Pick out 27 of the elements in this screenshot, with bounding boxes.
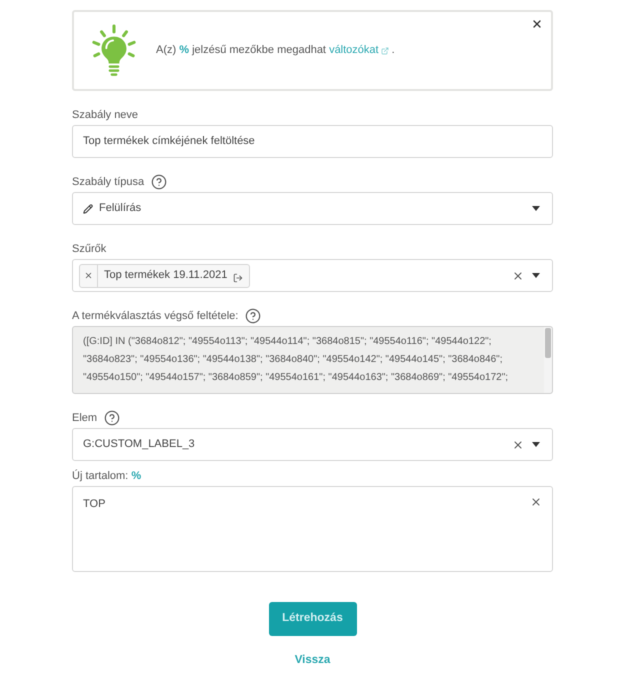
field-label: Elem [72,410,98,426]
close-icon[interactable] [531,18,543,30]
bracket-arrow-icon[interactable] [233,272,244,282]
help-icon[interactable] [104,410,120,426]
remove-tag-icon[interactable] [84,271,93,280]
condition-textarea: ([G:ID] IN ("3684o812"; "49554o113"; "49544o114"; "3684o815"; "49554o116"; "49544o122"; "3684o823"; "49554o136"; "49544o138"; "3684o840"; "49554o142"; "49544o145"; "3684o846"; "49554o150"; "49544o157"; "3684o859"; "49554o161"; "49544o163"; "3684o869"; "49554o172"; [72,326,553,394]
field-label: Szabály neve [72,108,138,123]
field-label: Új tartalom: % [72,468,142,484]
select-field[interactable]: G:CUSTOM_LABEL_3 [72,428,553,461]
select-field[interactable]: Felülírás [72,192,553,225]
caret-down-icon[interactable] [532,442,540,447]
notice-text: A(z) % jelzésű mezőkbe megadhat változókat . [156,42,395,59]
caret-down-icon[interactable] [532,273,540,278]
clear-icon[interactable] [530,496,542,508]
text-input[interactable]: Top termékek címkéjének feltöltése [72,125,553,158]
field-label: Szabály típusa [72,174,144,190]
caret-down-icon[interactable] [532,206,540,211]
clear-icon[interactable] [512,270,524,282]
filter-tag[interactable]: Top termékek 19.11.2021 [79,264,250,288]
lightbulb-icon [91,24,137,78]
help-icon[interactable] [151,174,168,190]
external-link-icon [380,46,389,54]
field-label: Szűrők [72,242,106,257]
field-label: A termékválasztás végső feltétele: [72,308,238,324]
content-textarea[interactable]: TOP [72,486,553,572]
multi-select-field[interactable]: Top termékek 19.11.2021 [72,259,553,292]
clear-icon[interactable] [512,438,524,450]
